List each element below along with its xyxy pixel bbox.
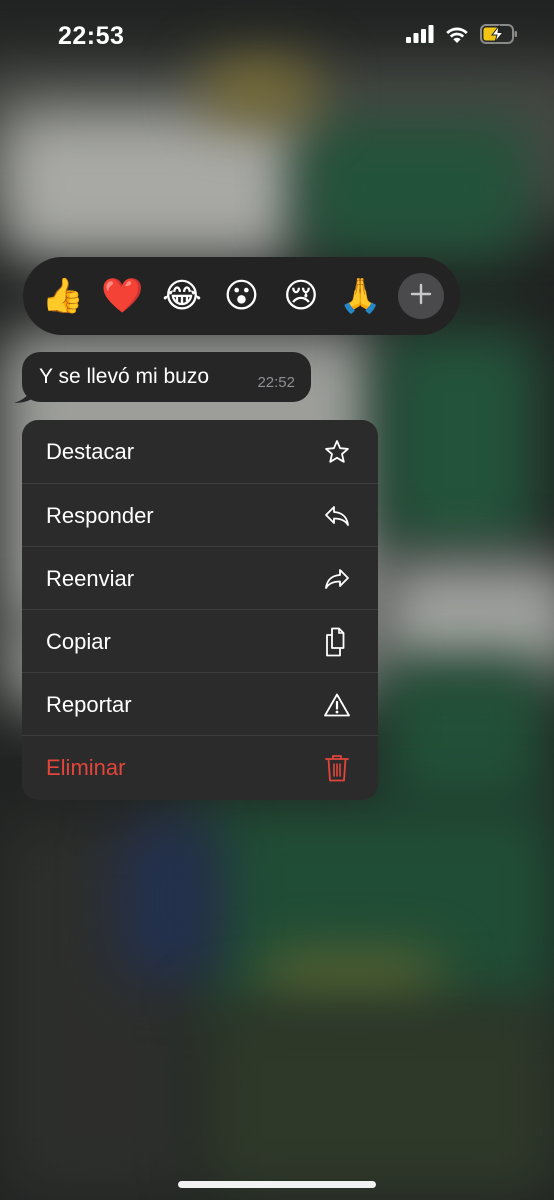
trash-icon bbox=[322, 753, 352, 783]
status-icons bbox=[406, 24, 518, 49]
forward-icon bbox=[322, 564, 352, 594]
menu-item-copiar[interactable]: Copiar bbox=[22, 610, 378, 673]
menu-item-label: Copiar bbox=[46, 628, 111, 654]
message-context-menu: Destacar Responder Reenviar Copiar Repor… bbox=[22, 420, 378, 800]
reaction-surprised[interactable]: 😮 bbox=[220, 274, 264, 318]
wifi-icon bbox=[444, 24, 470, 49]
menu-item-reportar[interactable]: Reportar bbox=[22, 673, 378, 736]
menu-item-label: Eliminar bbox=[46, 754, 126, 780]
reaction-laughing[interactable]: 😂 bbox=[160, 274, 204, 318]
reaction-thumbs-up[interactable]: 👍 bbox=[41, 274, 85, 318]
plus-icon bbox=[410, 283, 432, 310]
more-reactions-button[interactable] bbox=[398, 273, 444, 319]
menu-item-eliminar[interactable]: Eliminar bbox=[22, 736, 378, 799]
home-indicator[interactable] bbox=[178, 1181, 376, 1188]
menu-item-reenviar[interactable]: Reenviar bbox=[22, 547, 378, 610]
menu-item-label: Reportar bbox=[46, 691, 132, 717]
battery-charging-icon bbox=[480, 24, 518, 49]
reaction-heart[interactable]: ❤️ bbox=[101, 274, 145, 318]
copy-icon bbox=[322, 627, 352, 657]
star-icon bbox=[322, 437, 352, 467]
reaction-crying[interactable]: 😢 bbox=[279, 274, 323, 318]
message-bubble[interactable]: Y se llevó mi buzo 22:52 bbox=[22, 352, 311, 402]
message-time: 22:52 bbox=[257, 374, 295, 391]
menu-item-label: Destacar bbox=[46, 438, 135, 464]
menu-item-responder[interactable]: Responder bbox=[22, 484, 378, 547]
menu-item-destacar[interactable]: Destacar bbox=[22, 420, 378, 483]
reply-icon bbox=[322, 501, 352, 531]
reaction-bar: 👍 ❤️ 😂 😮 😢 🙏 bbox=[23, 257, 460, 335]
message-text: Y se llevó mi buzo bbox=[39, 365, 210, 388]
menu-item-label: Reenviar bbox=[46, 565, 135, 591]
cellular-signal-icon bbox=[406, 25, 434, 48]
reaction-pray[interactable]: 🙏 bbox=[339, 274, 383, 318]
status-time: 22:53 bbox=[58, 22, 125, 50]
warning-icon bbox=[322, 690, 352, 720]
menu-item-label: Responder bbox=[46, 502, 154, 528]
